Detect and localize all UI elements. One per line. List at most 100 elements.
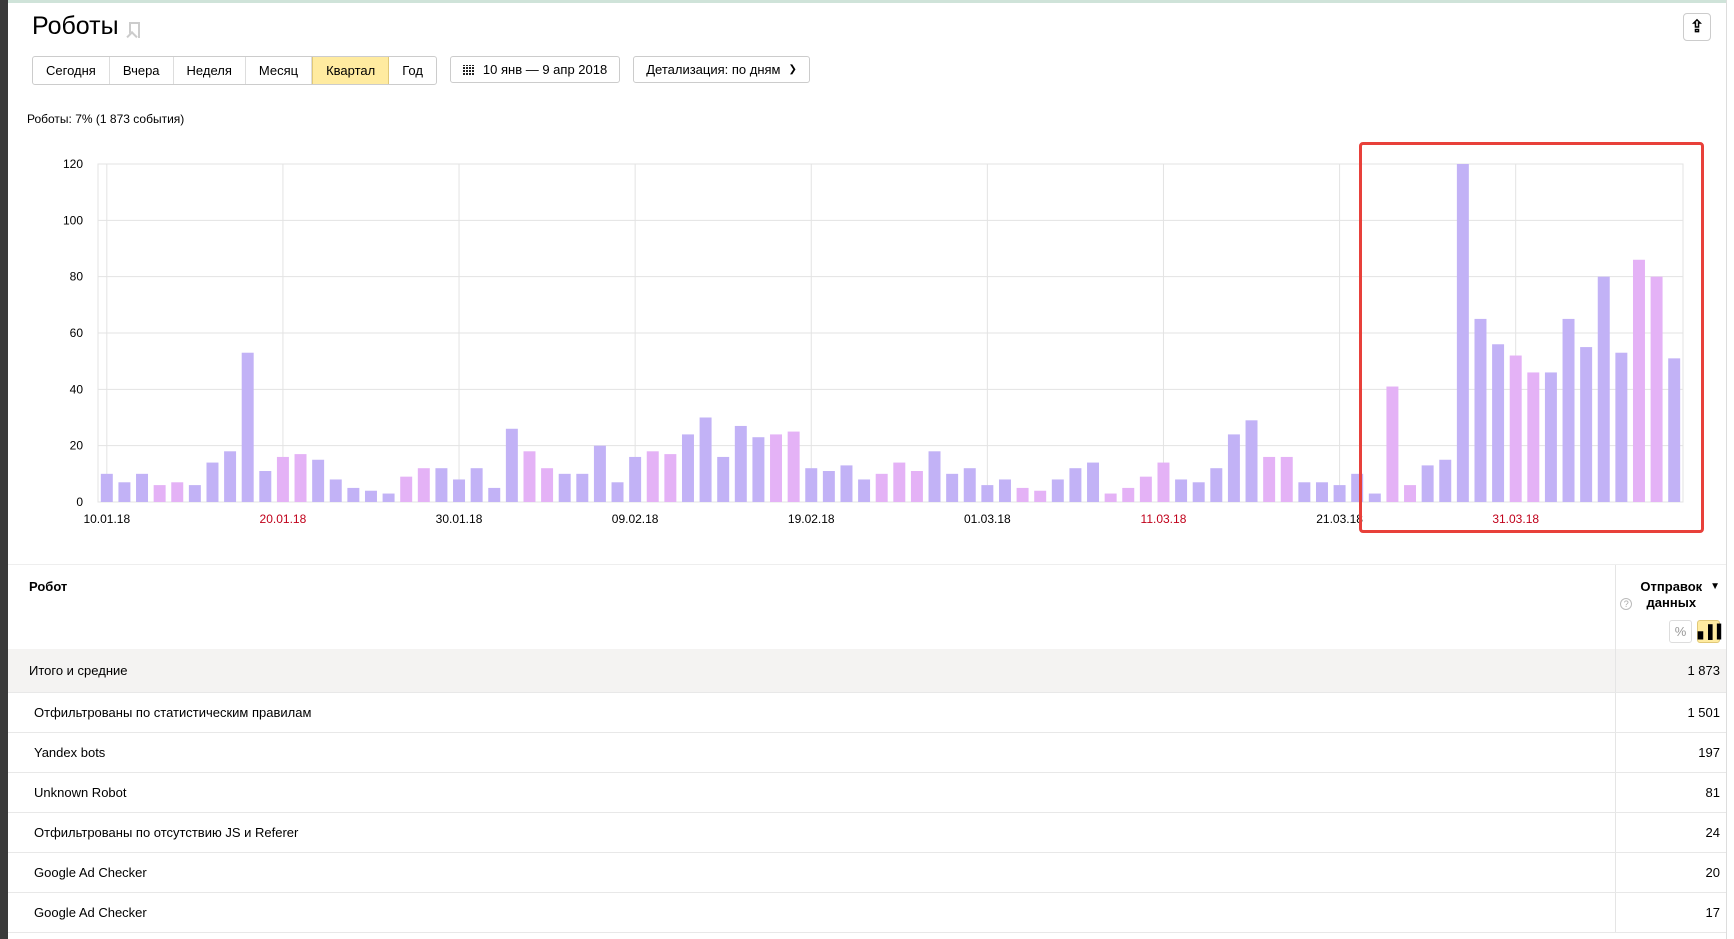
percent-toggle[interactable]: %: [1669, 620, 1692, 643]
bar: [171, 482, 184, 502]
y-tick-label: 80: [70, 270, 84, 284]
period-week[interactable]: Неделя: [174, 57, 246, 84]
bar: [805, 468, 818, 502]
period-month[interactable]: Месяц: [246, 57, 313, 84]
bar: [558, 473, 571, 502]
table-row[interactable]: Yandex bots 197: [8, 733, 1726, 773]
bar: [294, 454, 307, 502]
bar: [752, 437, 765, 502]
table-header: Робот ? Отправок данных ▼ % ▖▌▍: [8, 564, 1727, 650]
row-value: 1 873: [1615, 649, 1726, 692]
table-row-total[interactable]: Итого и средние 1 873: [8, 649, 1726, 693]
chevron-down-icon: ❯: [788, 64, 797, 75]
bar: [153, 485, 166, 502]
bar: [1263, 456, 1276, 502]
period-quarter[interactable]: Квартал: [312, 57, 390, 84]
y-tick-label: 20: [70, 439, 84, 453]
bar: [1245, 420, 1258, 502]
bar: [593, 445, 606, 502]
row-name: Yandex bots: [34, 745, 106, 760]
bar: [734, 425, 747, 502]
detail-dropdown[interactable]: Детализация: по дням ❯: [633, 56, 810, 83]
row-value: 81: [1615, 773, 1726, 812]
x-tick-label: 01.03.18: [964, 512, 1011, 526]
bar: [364, 490, 377, 502]
x-tick-label: 09.02.18: [612, 512, 659, 526]
bar: [1104, 493, 1117, 502]
y-tick-label: 40: [70, 382, 84, 396]
row-name: Отфильтрованы по отсутствию JS и Referer: [34, 825, 299, 840]
sort-desc-icon[interactable]: ▼: [1707, 581, 1720, 592]
bar: [224, 451, 237, 502]
bar: [417, 468, 430, 502]
calendar-icon: [462, 64, 475, 75]
bar: [100, 473, 113, 502]
scrollbar[interactable]: [1726, 0, 1734, 939]
bar: [875, 473, 888, 502]
bar: [329, 479, 342, 502]
x-tick-label: 20.01.18: [260, 512, 307, 526]
bar: [946, 473, 959, 502]
bar: [347, 487, 360, 502]
help-icon[interactable]: ?: [1620, 598, 1633, 610]
col-metric-header[interactable]: ? Отправок данных ▼ % ▖▌▍: [1615, 565, 1727, 650]
bar: [118, 482, 131, 502]
bookmark-icon[interactable]: [128, 21, 140, 38]
bar: [770, 434, 783, 502]
detail-label: Детализация: по дням: [646, 62, 781, 77]
x-tick-label: 19.02.18: [788, 512, 835, 526]
bar: [646, 451, 659, 502]
row-value: 17: [1615, 893, 1726, 932]
col-robot-header[interactable]: Робот: [29, 579, 67, 594]
x-tick-label: 11.03.18: [1141, 512, 1187, 526]
bar: [611, 482, 624, 502]
highlight-box: [1359, 142, 1704, 533]
bar: [858, 479, 871, 502]
bar: [435, 468, 448, 502]
period-selector: Сегодня Вчера Неделя Месяц Квартал Год: [32, 56, 437, 85]
bar: [1192, 482, 1205, 502]
table-row[interactable]: Google Ad Checker 17: [8, 893, 1726, 933]
export-button[interactable]: ⇪: [1683, 13, 1711, 41]
bar: [928, 451, 941, 502]
period-today[interactable]: Сегодня: [33, 57, 110, 84]
table-row[interactable]: Unknown Robot 81: [8, 773, 1726, 813]
row-name: Отфильтрованы по статистическим правилам: [34, 705, 312, 720]
table-row[interactable]: Отфильтрованы по статистическим правилам…: [8, 693, 1726, 733]
bar: [981, 485, 994, 502]
bar: [1298, 482, 1311, 502]
bar: [1280, 456, 1293, 502]
col-metric-label: Отправок данных: [1640, 579, 1703, 610]
bar: [136, 473, 149, 502]
row-name: Google Ad Checker: [34, 865, 147, 880]
bar: [1227, 434, 1240, 502]
bar: [488, 487, 501, 502]
bar: [1087, 462, 1100, 502]
bar: [1051, 479, 1064, 502]
bar: [1016, 487, 1029, 502]
bar: [717, 456, 730, 502]
date-range-button[interactable]: 10 янв — 9 апр 2018: [449, 56, 621, 83]
x-tick-label: 10.01.18: [83, 512, 130, 526]
toolbar: Сегодня Вчера Неделя Месяц Квартал Год 1…: [32, 56, 810, 85]
table-row[interactable]: Google Ad Checker 20: [8, 853, 1726, 893]
table-row[interactable]: Отфильтрованы по отсутствию JS и Referer…: [8, 813, 1726, 853]
bar: [259, 471, 272, 502]
x-tick-label: 21.03.18: [1316, 512, 1363, 526]
bar: [1157, 462, 1170, 502]
row-value: 197: [1615, 733, 1726, 772]
bar: [699, 417, 712, 502]
y-tick-label: 120: [63, 157, 83, 171]
period-yesterday[interactable]: Вчера: [110, 57, 174, 84]
bar: [998, 479, 1011, 502]
bar: [910, 471, 923, 502]
bar-chart-icon: ▖▌▍: [1698, 624, 1728, 639]
bar: [1333, 485, 1346, 502]
bar: [1122, 487, 1135, 502]
bar: [241, 352, 254, 502]
bar: [840, 465, 853, 502]
bar-chart-toggle[interactable]: ▖▌▍: [1697, 620, 1727, 643]
bar: [505, 428, 518, 502]
period-year[interactable]: Год: [389, 57, 436, 84]
bar: [382, 493, 395, 502]
